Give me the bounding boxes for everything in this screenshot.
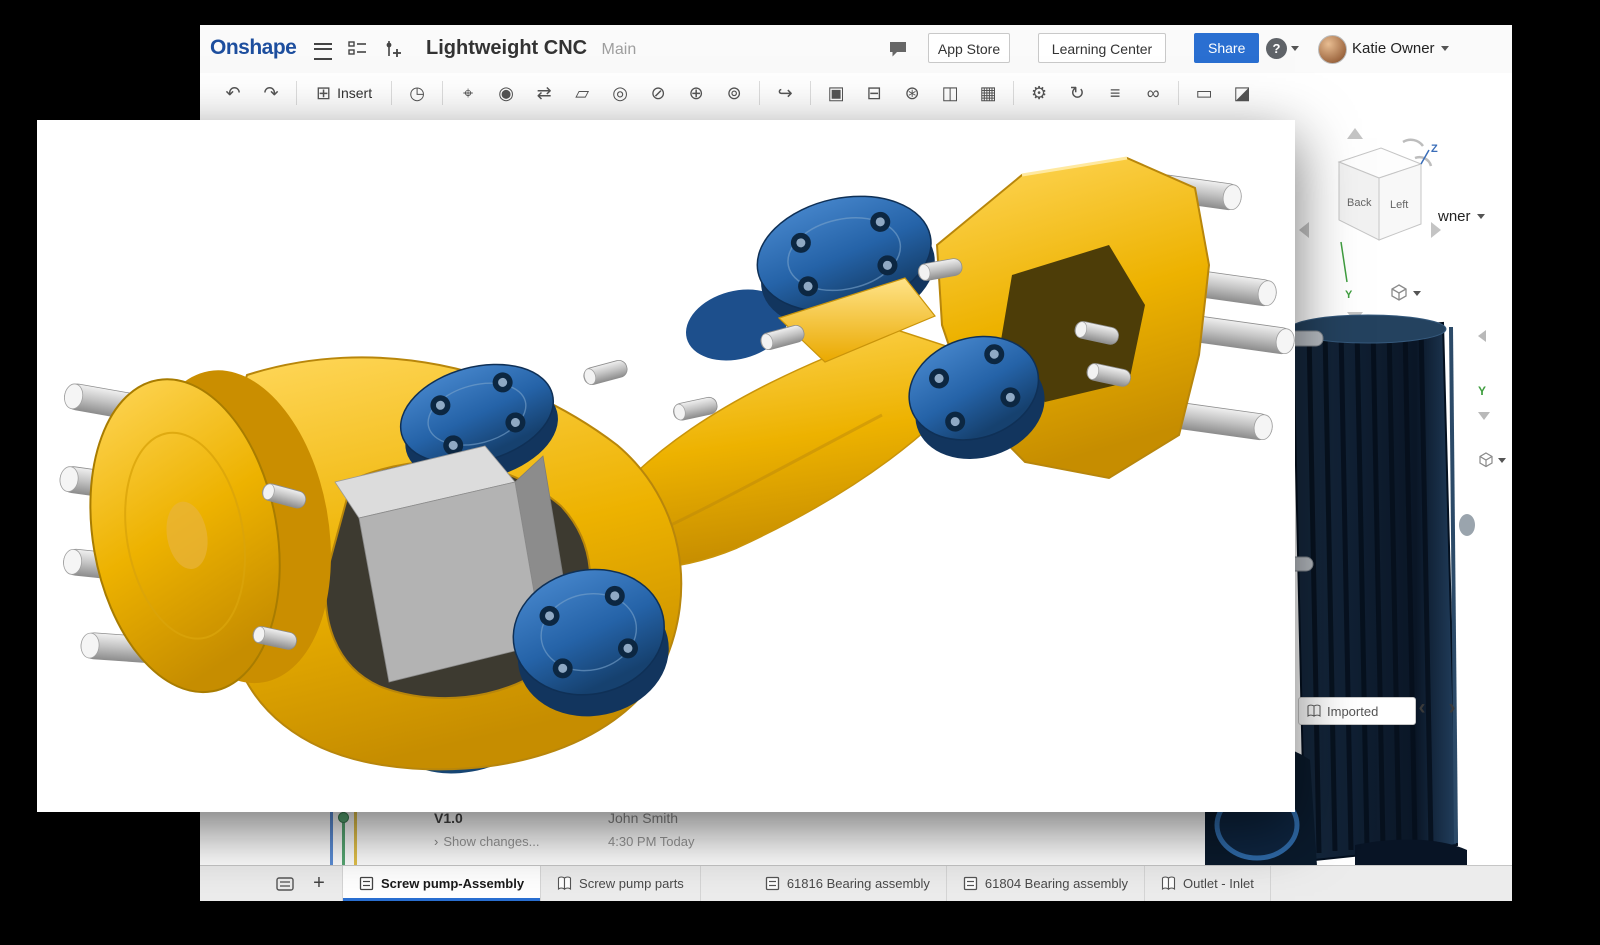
share-button[interactable]: Share xyxy=(1194,33,1259,63)
motion-study-icon[interactable]: ↻ xyxy=(1063,78,1091,108)
next-tab-button[interactable]: › xyxy=(1440,696,1464,720)
chevron-down-icon xyxy=(1413,291,1421,296)
planar-mate-icon[interactable]: ▱ xyxy=(568,78,596,108)
interference-icon[interactable]: ⚙ xyxy=(1025,78,1053,108)
universal-joint-model[interactable] xyxy=(37,120,1295,812)
page-background: Onshape Lightweight CNC Main App S xyxy=(0,0,1600,945)
document-title-area: Lightweight CNC Main xyxy=(426,37,636,60)
follow-mode-icon[interactable] xyxy=(384,39,404,60)
help-menu[interactable]: ? xyxy=(1266,38,1299,59)
drawing-icon[interactable]: ▭ xyxy=(1190,78,1218,108)
history-clock-icon[interactable]: ◷ xyxy=(403,78,431,108)
tab-bar: + Screw pump-Assembly Screw pu xyxy=(200,865,1512,901)
toolbar-separator xyxy=(391,81,392,105)
timeline-branch-yellow[interactable] xyxy=(354,810,357,866)
tab-screw-pump-parts[interactable]: Screw pump parts xyxy=(541,866,701,901)
rack-gear-icon[interactable]: ≡ xyxy=(1101,78,1129,108)
bolt xyxy=(1459,514,1475,536)
tab-61804-bearing-assembly[interactable]: 61804 Bearing assembly xyxy=(947,866,1145,901)
tab-bar-controls: + xyxy=(200,866,334,901)
app-header: Onshape Lightweight CNC Main App S xyxy=(200,25,1512,74)
display-mode-dropdown[interactable] xyxy=(1390,284,1421,302)
tab-61816-bearing-assembly[interactable]: 61816 Bearing assembly xyxy=(749,866,947,901)
chevron-down-icon xyxy=(1291,46,1299,51)
chevron-down-icon xyxy=(1477,214,1485,219)
tag-bom-icon[interactable]: ◪ xyxy=(1228,78,1256,108)
partstudio-tab-icon xyxy=(557,876,572,891)
cylindrical-mate-icon[interactable]: ⊘ xyxy=(644,78,672,108)
tab-gap xyxy=(701,866,749,901)
document-panel-icon[interactable] xyxy=(348,39,368,59)
pump-housing[interactable] xyxy=(1290,315,1457,861)
slider-mate-icon[interactable]: ⇄ xyxy=(530,78,558,108)
orbit-cw-icon[interactable] xyxy=(1403,140,1423,146)
z-axis-label: Z xyxy=(1431,143,1438,155)
toolbar-separator xyxy=(1013,81,1014,105)
workspace-name[interactable]: Main xyxy=(602,41,637,58)
pin-slot-mate-icon[interactable]: ⊕ xyxy=(682,78,710,108)
model-viewport-window[interactable] xyxy=(37,120,1295,812)
assembly-tab-icon xyxy=(359,876,374,891)
timeline-node[interactable] xyxy=(338,812,349,823)
document-title[interactable]: Lightweight CNC xyxy=(426,37,587,59)
mate-icon[interactable]: ⌖ xyxy=(454,78,482,108)
snap-mode-icon[interactable]: ↪ xyxy=(771,78,799,108)
orbit-right-icon[interactable] xyxy=(1431,222,1441,238)
left-face-label: Left xyxy=(1390,199,1408,211)
partstudio-tab-icon xyxy=(1161,876,1176,891)
tangent-mate-icon[interactable]: ⊚ xyxy=(720,78,748,108)
orbit-left-icon[interactable] xyxy=(1299,222,1309,238)
redo-icon[interactable]: ↷ xyxy=(257,78,285,108)
imported-label: Imported xyxy=(1327,704,1378,719)
insert-icon[interactable]: ⊞Insert xyxy=(308,78,380,108)
y-axis-label: Y xyxy=(1345,289,1353,301)
belt-chain-icon[interactable]: ∞ xyxy=(1139,78,1167,108)
toolbar-separator xyxy=(442,81,443,105)
imported-tab[interactable]: Imported xyxy=(1298,697,1416,725)
onshape-logo[interactable]: Onshape xyxy=(210,36,296,60)
view-cube[interactable]: Back Left Z Y xyxy=(1295,126,1445,326)
part-studio-icon xyxy=(1307,704,1321,718)
document-tabs: Screw pump-Assembly Screw pump parts xyxy=(342,866,1271,901)
help-icon[interactable]: ? xyxy=(1266,38,1287,59)
tab-outlet-inlet[interactable]: Outlet - Inlet xyxy=(1145,866,1271,901)
toolbar-separator xyxy=(296,81,297,105)
tab-manager-icon[interactable] xyxy=(270,866,300,901)
user-menu[interactable]: Katie Owner xyxy=(1352,40,1449,57)
toolbar-icons: ↶ ↷ ⊞Insert ◷ ⌖ ◉ ⇄ ▱ ◎ ⊘ ⊕ ⊚ ↪ ▣ ⊟ ⊛ ◫ ▦ ⚙ ↻ ≡ ∞ ▭ ◪ xyxy=(200,73,1512,112)
bom-table-icon[interactable]: ▦ xyxy=(974,78,1002,108)
toolbar-separator xyxy=(1178,81,1179,105)
orbit-up-icon[interactable] xyxy=(1347,128,1363,139)
add-tab-button[interactable]: + xyxy=(304,866,334,901)
version-label[interactable]: V1.0 xyxy=(434,810,463,826)
expand-icon: › xyxy=(434,834,438,849)
assembly-toolbar: ↶ ↷ ⊞Insert ◷ ⌖ ◉ ⇄ ▱ ◎ ⊘ ⊕ ⊚ ↪ ▣ ⊟ ⊛ ◫ ▦ ⚙ ↻ ≡ ∞ ▭ ◪ xyxy=(200,73,1512,113)
chevron-down-icon xyxy=(1441,46,1449,51)
tab-screw-pump-assembly[interactable]: Screw pump-Assembly xyxy=(342,866,541,901)
named-views-icon[interactable]: ▣ xyxy=(822,78,850,108)
toolbar-separator xyxy=(810,81,811,105)
user-name: Katie Owner xyxy=(1352,40,1435,57)
undo-icon[interactable]: ↶ xyxy=(219,78,247,108)
assembly-tab-icon xyxy=(963,876,978,891)
cube-icon xyxy=(1390,284,1408,302)
section-view-icon[interactable]: ⊟ xyxy=(860,78,888,108)
app-store-button[interactable]: App Store xyxy=(928,33,1010,63)
timeline-branch-blue[interactable] xyxy=(330,810,333,866)
avatar[interactable] xyxy=(1318,35,1347,64)
back-face-label: Back xyxy=(1347,197,1372,209)
version-timestamp: 4:30 PM Today xyxy=(608,834,694,849)
show-changes-link[interactable]: › Show changes... xyxy=(434,834,539,849)
exploded-view-icon[interactable]: ⊛ xyxy=(898,78,926,108)
ball-mate-icon[interactable]: ◎ xyxy=(606,78,634,108)
render-studio-icon[interactable]: ◫ xyxy=(936,78,964,108)
revolute-mate-icon[interactable]: ◉ xyxy=(492,78,520,108)
version-author: John Smith xyxy=(608,810,678,826)
toolbar-separator xyxy=(759,81,760,105)
comment-icon[interactable] xyxy=(888,41,908,58)
prev-tab-button[interactable]: ‹ xyxy=(1410,696,1434,720)
main-menu-icon[interactable] xyxy=(314,43,332,60)
learning-center-button[interactable]: Learning Center xyxy=(1038,33,1166,63)
assembly-tab-icon xyxy=(765,876,780,891)
